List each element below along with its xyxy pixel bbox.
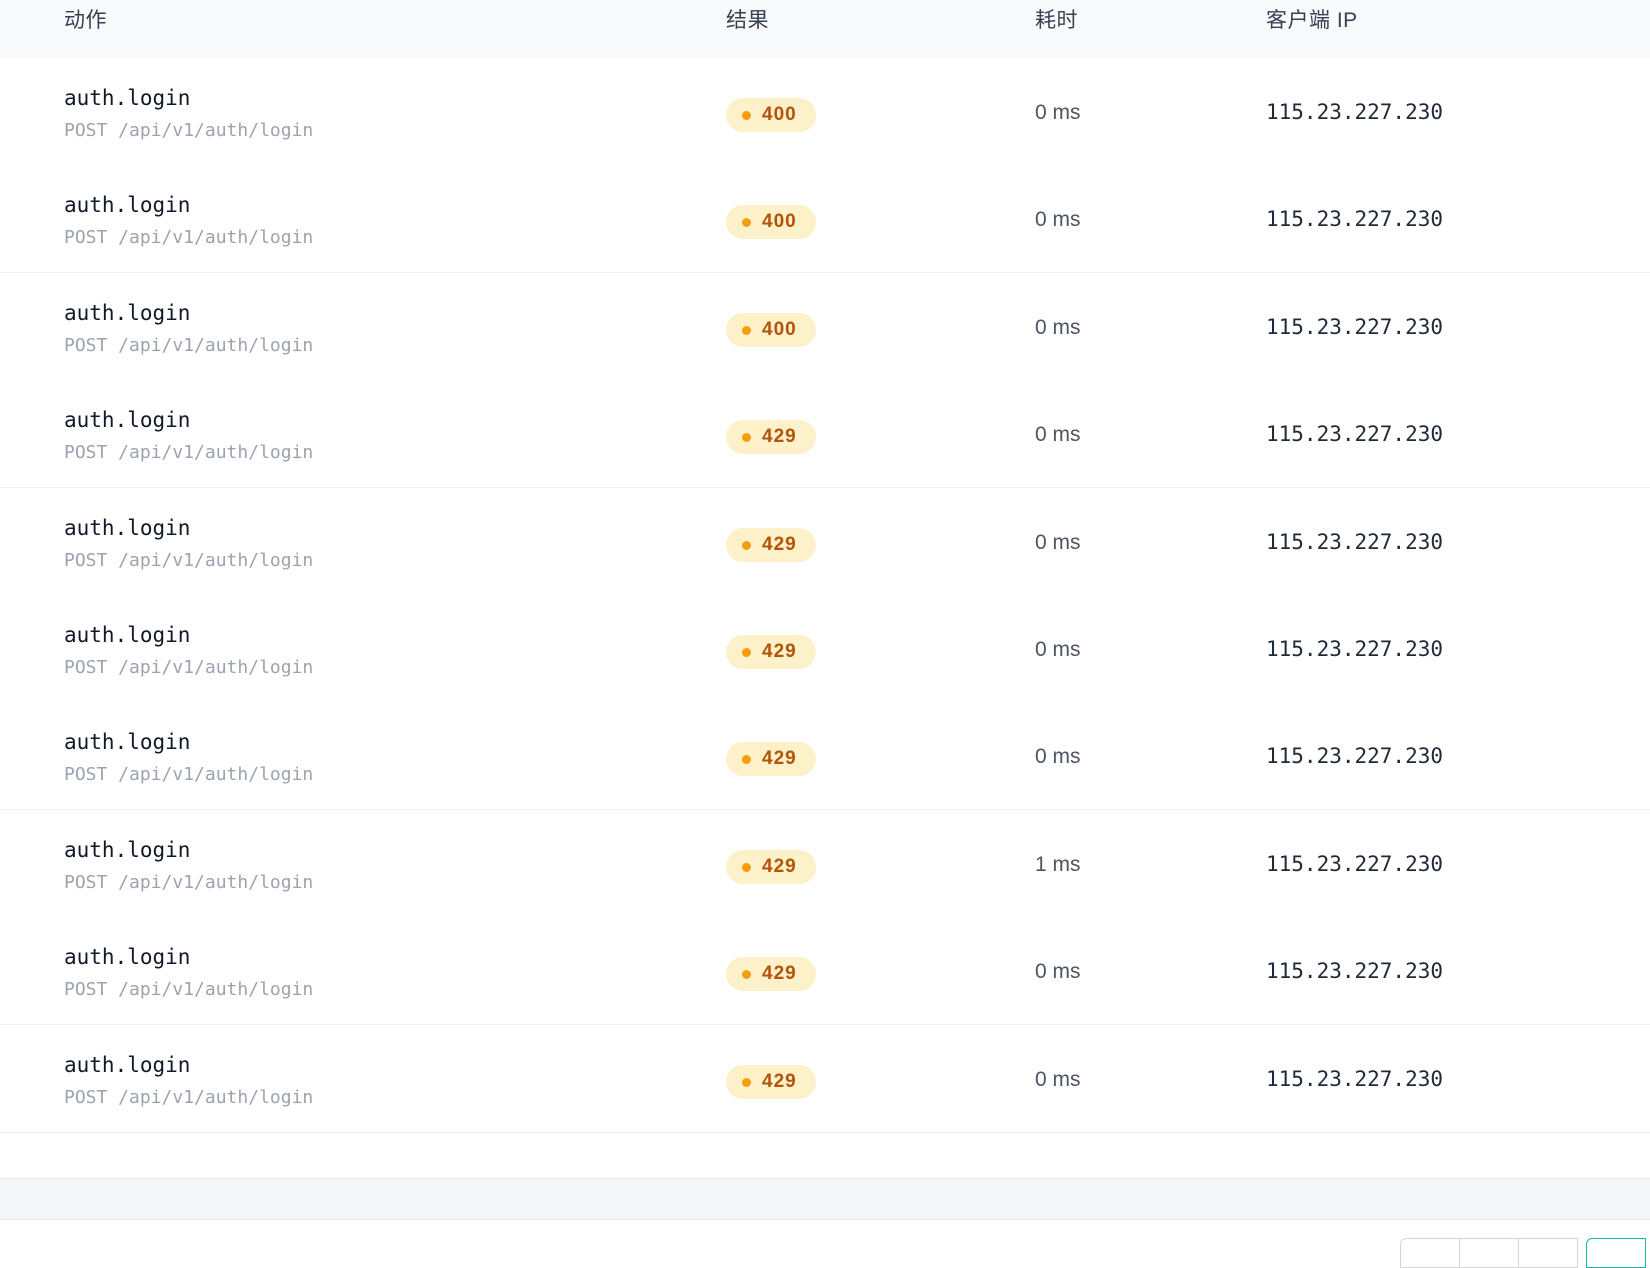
status-badge: 400 bbox=[726, 205, 816, 239]
status-badge: 429 bbox=[726, 742, 816, 776]
table-row[interactable]: auth.login POST /api/v1/auth/login 429 0 ms… bbox=[0, 917, 1650, 1025]
column-header-client-ip[interactable]: 客户端 IP bbox=[1266, 4, 1358, 34]
table-footer bbox=[0, 1178, 1650, 1220]
client-ip-value: 115.23.227.230 bbox=[1266, 1067, 1444, 1091]
request-path: POST /api/v1/auth/login bbox=[64, 227, 314, 248]
status-code: 429 bbox=[762, 748, 797, 769]
action-name: auth.login bbox=[64, 730, 191, 754]
table-row[interactable]: auth.login POST /api/v1/auth/login 429 0 ms… bbox=[0, 702, 1650, 810]
status-badge: 429 bbox=[726, 528, 816, 562]
status-code: 400 bbox=[762, 104, 797, 125]
request-path: POST /api/v1/auth/login bbox=[64, 764, 314, 785]
duration-value: 0 ms bbox=[1035, 638, 1081, 661]
request-path: POST /api/v1/auth/login bbox=[64, 872, 314, 893]
status-badge: 429 bbox=[726, 957, 816, 991]
column-header-duration[interactable]: 耗时 bbox=[1035, 4, 1078, 34]
client-ip-value: 115.23.227.230 bbox=[1266, 530, 1444, 554]
client-ip-value: 115.23.227.230 bbox=[1266, 315, 1444, 339]
status-code: 429 bbox=[762, 426, 797, 447]
status-code: 429 bbox=[762, 963, 797, 984]
client-ip-value: 115.23.227.230 bbox=[1266, 744, 1444, 768]
table-row[interactable]: auth.login POST /api/v1/auth/login 429 0 ms… bbox=[0, 1025, 1650, 1133]
duration-value: 0 ms bbox=[1035, 316, 1081, 339]
status-badge: 400 bbox=[726, 98, 816, 132]
action-name: auth.login bbox=[64, 945, 191, 969]
pagination-button[interactable] bbox=[1400, 1238, 1460, 1268]
request-path: POST /api/v1/auth/login bbox=[64, 335, 314, 356]
action-name: auth.login bbox=[64, 301, 191, 325]
status-dot-icon bbox=[742, 863, 751, 872]
table-row[interactable]: auth.login POST /api/v1/auth/login 429 1 ms… bbox=[0, 810, 1650, 918]
status-dot-icon bbox=[742, 326, 751, 335]
table-row[interactable]: auth.login POST /api/v1/auth/login 429 0 ms… bbox=[0, 380, 1650, 488]
request-path: POST /api/v1/auth/login bbox=[64, 657, 314, 678]
status-dot-icon bbox=[742, 648, 751, 657]
client-ip-value: 115.23.227.230 bbox=[1266, 637, 1444, 661]
action-name: auth.login bbox=[64, 1053, 191, 1077]
column-header-result[interactable]: 结果 bbox=[726, 4, 769, 34]
status-dot-icon bbox=[742, 111, 751, 120]
table-row[interactable]: auth.login POST /api/v1/auth/login 400 0 ms… bbox=[0, 165, 1650, 273]
client-ip-value: 115.23.227.230 bbox=[1266, 959, 1444, 983]
duration-value: 0 ms bbox=[1035, 745, 1081, 768]
status-dot-icon bbox=[742, 970, 751, 979]
status-code: 429 bbox=[762, 1071, 797, 1092]
status-badge: 429 bbox=[726, 635, 816, 669]
action-name: auth.login bbox=[64, 516, 191, 540]
duration-value: 0 ms bbox=[1035, 960, 1081, 983]
action-name: auth.login bbox=[64, 193, 191, 217]
status-code: 429 bbox=[762, 534, 797, 555]
client-ip-value: 115.23.227.230 bbox=[1266, 852, 1444, 876]
duration-value: 1 ms bbox=[1035, 853, 1081, 876]
client-ip-value: 115.23.227.230 bbox=[1266, 100, 1444, 124]
pagination-button[interactable] bbox=[1518, 1238, 1578, 1268]
action-name: auth.login bbox=[64, 623, 191, 647]
column-header-action[interactable]: 动作 bbox=[64, 4, 107, 34]
status-dot-icon bbox=[742, 218, 751, 227]
duration-value: 0 ms bbox=[1035, 423, 1081, 446]
status-code: 429 bbox=[762, 856, 797, 877]
status-code: 429 bbox=[762, 641, 797, 662]
duration-value: 0 ms bbox=[1035, 1068, 1081, 1091]
status-code: 400 bbox=[762, 319, 797, 340]
status-dot-icon bbox=[742, 541, 751, 550]
table-row[interactable]: auth.login POST /api/v1/auth/login 429 0 ms… bbox=[0, 488, 1650, 596]
table-row[interactable]: auth.login POST /api/v1/auth/login 429 0 ms… bbox=[0, 595, 1650, 703]
status-dot-icon bbox=[742, 1078, 751, 1087]
table-row[interactable]: auth.login POST /api/v1/auth/login 400 0 ms… bbox=[0, 273, 1650, 381]
table-row[interactable]: auth.login POST /api/v1/auth/login 400 0 ms… bbox=[0, 58, 1650, 166]
request-path: POST /api/v1/auth/login bbox=[64, 550, 314, 571]
action-name: auth.login bbox=[64, 86, 191, 110]
duration-value: 0 ms bbox=[1035, 101, 1081, 124]
request-path: POST /api/v1/auth/login bbox=[64, 979, 314, 1000]
table-header: 动作 结果 耗时 客户端 IP bbox=[0, 0, 1650, 58]
status-code: 400 bbox=[762, 211, 797, 232]
duration-value: 0 ms bbox=[1035, 208, 1081, 231]
status-badge: 429 bbox=[726, 1065, 816, 1099]
pagination bbox=[1400, 1238, 1650, 1268]
request-path: POST /api/v1/auth/login bbox=[64, 442, 314, 463]
client-ip-value: 115.23.227.230 bbox=[1266, 422, 1444, 446]
request-path: POST /api/v1/auth/login bbox=[64, 1087, 314, 1108]
status-dot-icon bbox=[742, 755, 751, 764]
status-badge: 429 bbox=[726, 850, 816, 884]
pagination-button-active[interactable] bbox=[1586, 1238, 1646, 1268]
status-badge: 400 bbox=[726, 313, 816, 347]
action-name: auth.login bbox=[64, 838, 191, 862]
status-dot-icon bbox=[742, 433, 751, 442]
client-ip-value: 115.23.227.230 bbox=[1266, 207, 1444, 231]
request-path: POST /api/v1/auth/login bbox=[64, 120, 314, 141]
action-name: auth.login bbox=[64, 408, 191, 432]
status-badge: 429 bbox=[726, 420, 816, 454]
duration-value: 0 ms bbox=[1035, 531, 1081, 554]
pagination-button[interactable] bbox=[1459, 1238, 1519, 1268]
